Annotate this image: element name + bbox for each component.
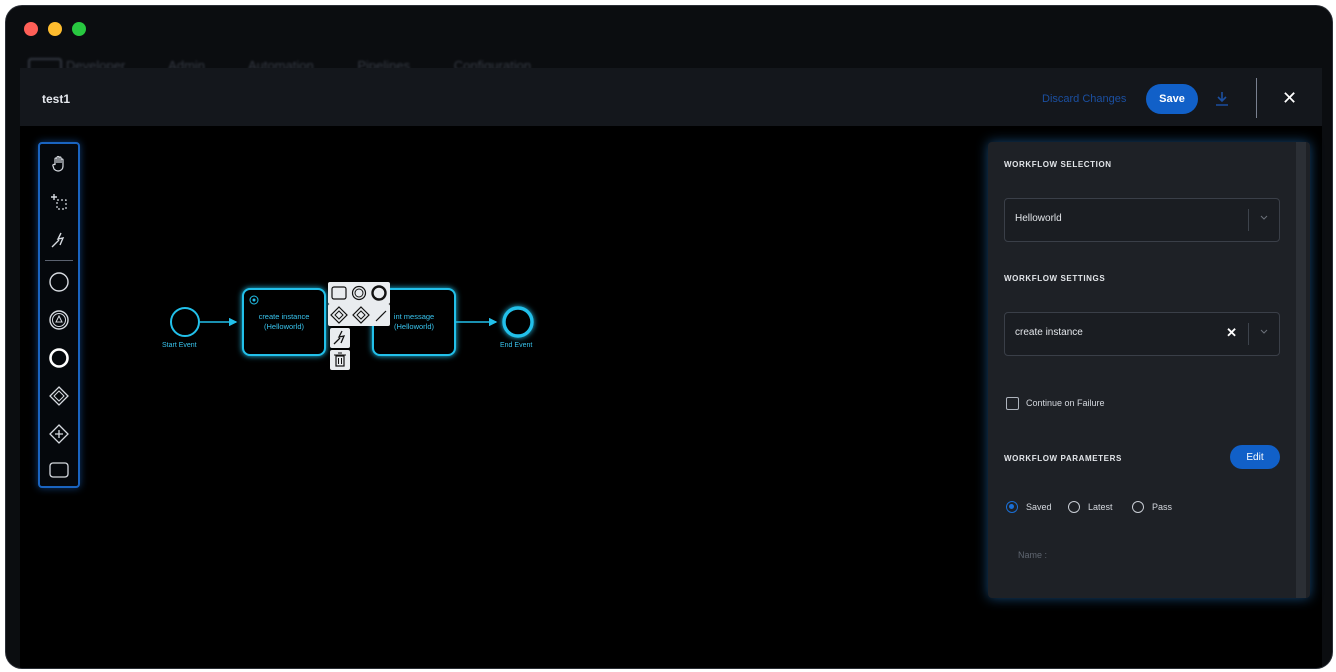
clear-icon[interactable]: ✕	[1226, 325, 1237, 341]
select-separator	[1248, 323, 1249, 345]
parameter-name-field[interactable]: Name :	[1018, 550, 1047, 560]
end-event-shape[interactable]	[502, 306, 534, 338]
modal-header: test1 Discard Changes Save ✕	[20, 68, 1322, 126]
radio-saved[interactable]	[1006, 501, 1018, 513]
select-separator	[1248, 209, 1249, 231]
workflow-parameters-title: WORKFLOW PARAMETERS	[1004, 454, 1122, 463]
diagram-canvas[interactable]	[20, 126, 980, 666]
workflow-selection-value: Helloworld	[1015, 213, 1062, 224]
continue-on-failure-label: Continue on Failure	[1026, 398, 1105, 408]
append-end-event-icon	[371, 285, 387, 301]
workflow-settings-value: create instance	[1015, 327, 1083, 338]
continue-on-failure-checkbox[interactable]	[1006, 397, 1019, 410]
close-icon[interactable]: ✕	[1282, 88, 1297, 109]
chevron-down-icon[interactable]	[1259, 327, 1269, 337]
header-divider	[1256, 78, 1257, 118]
workflow-editor-modal: test1 Discard Changes Save ✕ Start Event…	[20, 68, 1322, 668]
workflow-selection-select[interactable]: Helloworld	[1004, 198, 1280, 242]
chevron-down-icon[interactable]	[1259, 213, 1269, 223]
window-controls	[24, 22, 86, 36]
properties-panel: WORKFLOW SELECTION Helloworld WORKFLOW S…	[988, 142, 1310, 598]
end-event-label: End Event	[500, 342, 533, 349]
workflow-selection-title: WORKFLOW SELECTION	[1004, 160, 1112, 169]
radio-latest-label: Latest	[1088, 502, 1113, 512]
discard-changes-link[interactable]: Discard Changes	[1042, 93, 1126, 105]
app-window: Developer Admin Automation Pipelines Con…	[6, 6, 1332, 668]
context-pad-row2	[328, 304, 390, 326]
workflow-settings-title: WORKFLOW SETTINGS	[1004, 274, 1106, 283]
task-create-instance[interactable]: create instance (Helloworld)	[242, 288, 326, 356]
context-pad-row1	[328, 282, 390, 304]
radio-pass-label: Pass	[1152, 502, 1173, 512]
append-gateway-icon	[330, 306, 348, 324]
start-event-label: Start Event	[162, 342, 197, 349]
radio-pass[interactable]	[1132, 501, 1144, 513]
panel-scrollbar[interactable]	[1296, 142, 1306, 598]
task-label: int message (Helloworld)	[393, 312, 435, 331]
edit-parameters-button[interactable]: Edit	[1230, 445, 1280, 469]
save-button[interactable]: Save	[1146, 84, 1198, 114]
task-label: create instance (Helloworld)	[258, 312, 310, 331]
download-icon[interactable]	[1214, 90, 1230, 108]
radio-latest[interactable]	[1068, 501, 1080, 513]
close-window-button[interactable]	[24, 22, 38, 36]
connect-tool-button[interactable]	[330, 328, 350, 348]
append-task-icon	[331, 286, 347, 300]
start-event-shape[interactable]	[170, 307, 200, 337]
service-task-icon	[248, 294, 260, 309]
page-title: test1	[42, 92, 71, 106]
delete-icon[interactable]	[330, 350, 350, 370]
zoom-window-button[interactable]	[72, 22, 86, 36]
connect-icon	[375, 310, 387, 322]
minimize-window-button[interactable]	[48, 22, 62, 36]
radio-saved-label: Saved	[1026, 502, 1052, 512]
append-parallel-gateway-icon	[352, 306, 370, 324]
append-intermediate-event-icon	[351, 285, 367, 301]
workflow-settings-select[interactable]: create instance ✕	[1004, 312, 1280, 356]
